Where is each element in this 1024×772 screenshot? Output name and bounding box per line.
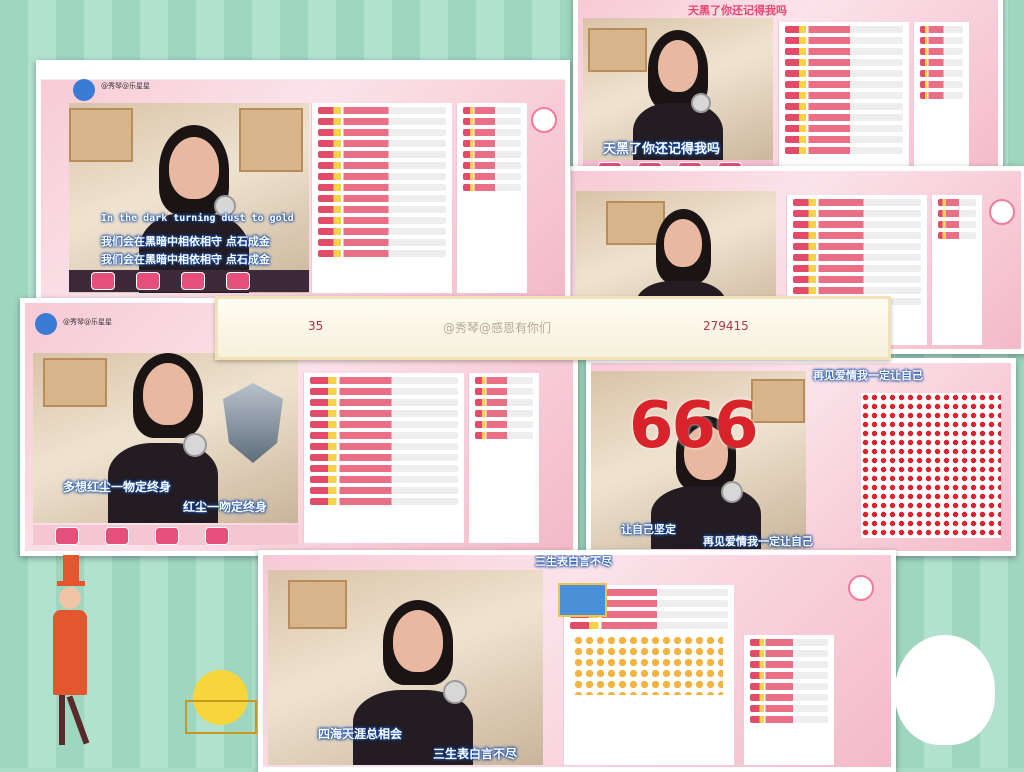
progress-badge xyxy=(531,107,557,133)
text-666: 666 xyxy=(629,389,759,463)
rose-gift-grid xyxy=(861,393,1001,538)
progress-badge xyxy=(848,575,874,601)
lyric-line-2: 红尘一吻定终身 xyxy=(183,500,268,514)
emoji-gift-grid xyxy=(573,635,723,695)
cart-icon xyxy=(185,670,257,745)
chat-panel xyxy=(311,103,452,293)
shield-badge-icon xyxy=(223,383,283,463)
streamer-name: @秀琴@乐星星 xyxy=(101,82,150,90)
video-feed: 天黑了你还记得我吗 xyxy=(583,18,773,168)
banner-right-number: 279415 xyxy=(703,319,749,333)
screenshot-bottom: 三生表白言不尽 四海天涯总相会 三生表白言不尽 xyxy=(258,550,896,772)
video-feed: 四海天涯总相会 三生表白言不尽 xyxy=(268,570,543,765)
screenshot-top-left: @秀琴@乐星星 In the dark turning dust to gold… xyxy=(36,60,570,308)
screenshot-666: 666 让自己坚定 再见爱情我一定让自己 再见爱情我一定让自己 xyxy=(586,358,1016,556)
viewer-list xyxy=(913,22,969,177)
lyric-bottom: 再见爱情我一定让自己 xyxy=(703,535,813,548)
banner-name: @秀琴@感恩有你们 xyxy=(443,321,552,335)
avatar xyxy=(73,79,95,101)
lyric-line-1: 我们会在黑暗中相依相守 点石成金 xyxy=(101,235,270,248)
cartoon-man-icon xyxy=(45,555,125,755)
lyric-top: 再见爱情我一定让自己 xyxy=(813,369,923,382)
video-feed: 多想红尘一物定终身 红尘一吻定终身 xyxy=(33,353,298,523)
video-feed: In the dark turning dust to gold 我们会在黑暗中… xyxy=(69,103,309,293)
viewer-list xyxy=(931,195,982,345)
cartoon-animal-icon xyxy=(895,625,1005,750)
lyric-line-2: 三生表白言不尽 xyxy=(433,747,518,761)
banner-left-number: 35 xyxy=(308,319,324,333)
viewer-list xyxy=(468,373,539,543)
viewer-list xyxy=(743,635,834,765)
lyric-caption: 天黑了你还记得我吗 xyxy=(603,142,721,157)
lyric-line-1: 多想红尘一物定终身 xyxy=(63,480,172,494)
video-feed: 666 让自己坚定 xyxy=(591,371,806,549)
stream-title: 三生表白言不尽 xyxy=(535,555,612,568)
game-thumbnail xyxy=(558,583,607,617)
stream-title: 天黑了你还记得我吗 xyxy=(688,4,787,17)
screenshot-top-right: 天黑了你还记得我吗 天黑了你还记得我吗 xyxy=(573,0,1003,190)
lyric-left: 让自己坚定 xyxy=(621,523,676,536)
chat-panel xyxy=(778,22,909,177)
lyric-line-en: In the dark turning dust to gold xyxy=(101,213,294,224)
lyric-line-1: 四海天涯总相会 xyxy=(318,727,403,741)
avatar xyxy=(35,313,57,335)
gift-banner: 35 @秀琴@感恩有你们 279415 xyxy=(215,296,891,360)
streamer-name: @秀琴@乐星星 xyxy=(63,318,112,326)
viewer-list xyxy=(456,103,527,293)
chat-panel xyxy=(303,373,464,543)
progress-badge xyxy=(989,199,1015,225)
lyric-line-2: 我们会在黑暗中相依相守 点石成金 xyxy=(101,253,270,266)
